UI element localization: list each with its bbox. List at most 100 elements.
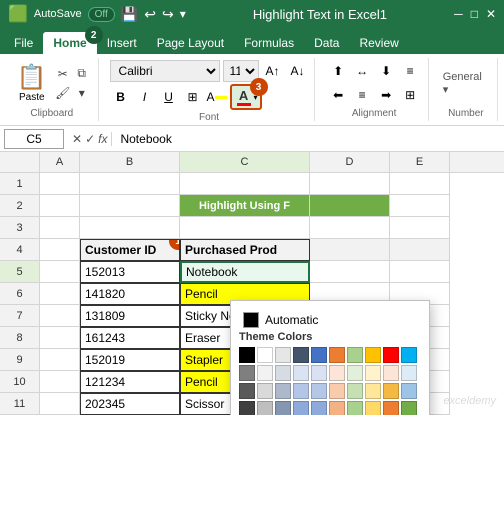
- cell-a1[interactable]: [40, 173, 80, 195]
- color-swatch[interactable]: [329, 365, 345, 381]
- underline-button[interactable]: U: [158, 86, 180, 108]
- row-header-11[interactable]: 11: [0, 393, 40, 415]
- bold-button[interactable]: B: [110, 86, 132, 108]
- align-center-button[interactable]: ≡: [351, 84, 373, 106]
- color-swatch[interactable]: [329, 347, 345, 363]
- row-header-10[interactable]: 10: [0, 371, 40, 393]
- align-bottom-button[interactable]: ⬇: [375, 60, 397, 82]
- cell-b2[interactable]: [80, 195, 180, 217]
- col-header-d[interactable]: D: [310, 152, 390, 172]
- row-header-8[interactable]: 8: [0, 327, 40, 349]
- font-name-select[interactable]: Calibri: [110, 60, 220, 82]
- wrap-text-button[interactable]: ≡: [399, 60, 421, 82]
- cell-a10[interactable]: [40, 371, 80, 393]
- align-middle-button[interactable]: ↔: [351, 60, 373, 82]
- color-swatch[interactable]: [239, 347, 255, 363]
- cut-button[interactable]: ✂: [54, 65, 72, 83]
- tab-file[interactable]: File: [4, 32, 43, 54]
- cell-a6[interactable]: [40, 283, 80, 305]
- color-swatch[interactable]: [293, 347, 309, 363]
- color-swatch[interactable]: [311, 401, 327, 415]
- cell-b6[interactable]: 141820: [80, 283, 180, 305]
- tab-data[interactable]: Data: [304, 32, 349, 54]
- color-swatch[interactable]: [365, 401, 381, 415]
- cell-b5[interactable]: 152013: [80, 261, 180, 283]
- tab-insert[interactable]: Insert: [97, 32, 147, 54]
- color-swatch[interactable]: [257, 365, 273, 381]
- color-swatch[interactable]: [239, 365, 255, 381]
- color-swatch[interactable]: [239, 401, 255, 415]
- undo-icon[interactable]: ↩: [144, 6, 156, 23]
- color-swatch[interactable]: [401, 365, 417, 381]
- cell-a11[interactable]: [40, 393, 80, 415]
- color-swatch[interactable]: [311, 383, 327, 399]
- tab-home[interactable]: Home 2: [43, 32, 96, 54]
- color-swatch[interactable]: [275, 401, 291, 415]
- automatic-color-option[interactable]: Automatic: [239, 309, 421, 331]
- border-button[interactable]: ⊞: [182, 86, 204, 108]
- cell-a3[interactable]: [40, 217, 80, 239]
- cell-e3[interactable]: [390, 217, 450, 239]
- color-swatch[interactable]: [365, 347, 381, 363]
- col-header-c[interactable]: C: [180, 152, 310, 172]
- color-swatch[interactable]: [293, 383, 309, 399]
- paste-dropdown[interactable]: ▾: [73, 84, 91, 102]
- cell-d3[interactable]: [310, 217, 390, 239]
- row-header-4[interactable]: 4: [0, 239, 40, 261]
- color-swatch[interactable]: [293, 401, 309, 415]
- italic-button[interactable]: I: [134, 86, 156, 108]
- tab-formulas[interactable]: Formulas: [234, 32, 304, 54]
- cancel-formula-icon[interactable]: ✕: [72, 132, 82, 146]
- row-header-2[interactable]: 2: [0, 195, 40, 217]
- color-swatch[interactable]: [365, 383, 381, 399]
- row-header-6[interactable]: 6: [0, 283, 40, 305]
- formula-input[interactable]: [116, 132, 500, 146]
- row-header-5[interactable]: 5: [0, 261, 40, 283]
- cell-b11[interactable]: 202345: [80, 393, 180, 415]
- cell-b9[interactable]: 152019: [80, 349, 180, 371]
- more-commands-icon[interactable]: ▾: [180, 7, 186, 21]
- cell-c3[interactable]: [180, 217, 310, 239]
- cell-c1[interactable]: [180, 173, 310, 195]
- row-header-1[interactable]: 1: [0, 173, 40, 195]
- col-header-e[interactable]: E: [390, 152, 450, 172]
- color-swatch[interactable]: [347, 401, 363, 415]
- name-box[interactable]: [4, 129, 64, 149]
- color-swatch[interactable]: [257, 383, 273, 399]
- cell-c5[interactable]: Notebook: [180, 261, 310, 283]
- cell-d4[interactable]: [310, 239, 390, 261]
- row-header-9[interactable]: 9: [0, 349, 40, 371]
- color-swatch[interactable]: [239, 383, 255, 399]
- cell-b1[interactable]: [80, 173, 180, 195]
- cell-a5[interactable]: [40, 261, 80, 283]
- cell-b4[interactable]: Customer ID 1: [80, 239, 180, 261]
- row-header-3[interactable]: 3: [0, 217, 40, 239]
- color-swatch[interactable]: [275, 383, 291, 399]
- cell-a8[interactable]: [40, 327, 80, 349]
- confirm-formula-icon[interactable]: ✓: [85, 132, 95, 146]
- cell-b3[interactable]: [80, 217, 180, 239]
- color-swatch[interactable]: [383, 401, 399, 415]
- color-swatch[interactable]: [383, 383, 399, 399]
- color-swatch[interactable]: [383, 365, 399, 381]
- col-header-b[interactable]: B: [80, 152, 180, 172]
- decrease-font-button[interactable]: A↓: [287, 60, 309, 82]
- cell-a7[interactable]: [40, 305, 80, 327]
- font-color-area[interactable]: A ▾ 3: [230, 84, 262, 110]
- color-swatch[interactable]: [347, 383, 363, 399]
- cell-b10[interactable]: 121234: [80, 371, 180, 393]
- color-swatch[interactable]: [257, 401, 273, 415]
- cell-c2[interactable]: Highlight Using F: [180, 195, 310, 217]
- maximize-icon[interactable]: □: [471, 7, 478, 21]
- autosave-toggle[interactable]: Off: [88, 7, 115, 22]
- merge-button[interactable]: ⊞: [399, 84, 421, 106]
- redo-icon[interactable]: ↪: [162, 6, 174, 23]
- cell-b7[interactable]: 131809: [80, 305, 180, 327]
- color-swatch[interactable]: [401, 383, 417, 399]
- cell-e2[interactable]: [390, 195, 450, 217]
- cell-a4[interactable]: [40, 239, 80, 261]
- color-swatch[interactable]: [293, 365, 309, 381]
- align-top-button[interactable]: ⬆: [327, 60, 349, 82]
- insert-function-icon[interactable]: fx: [98, 132, 107, 146]
- format-painter-button[interactable]: 🖌: [54, 84, 72, 102]
